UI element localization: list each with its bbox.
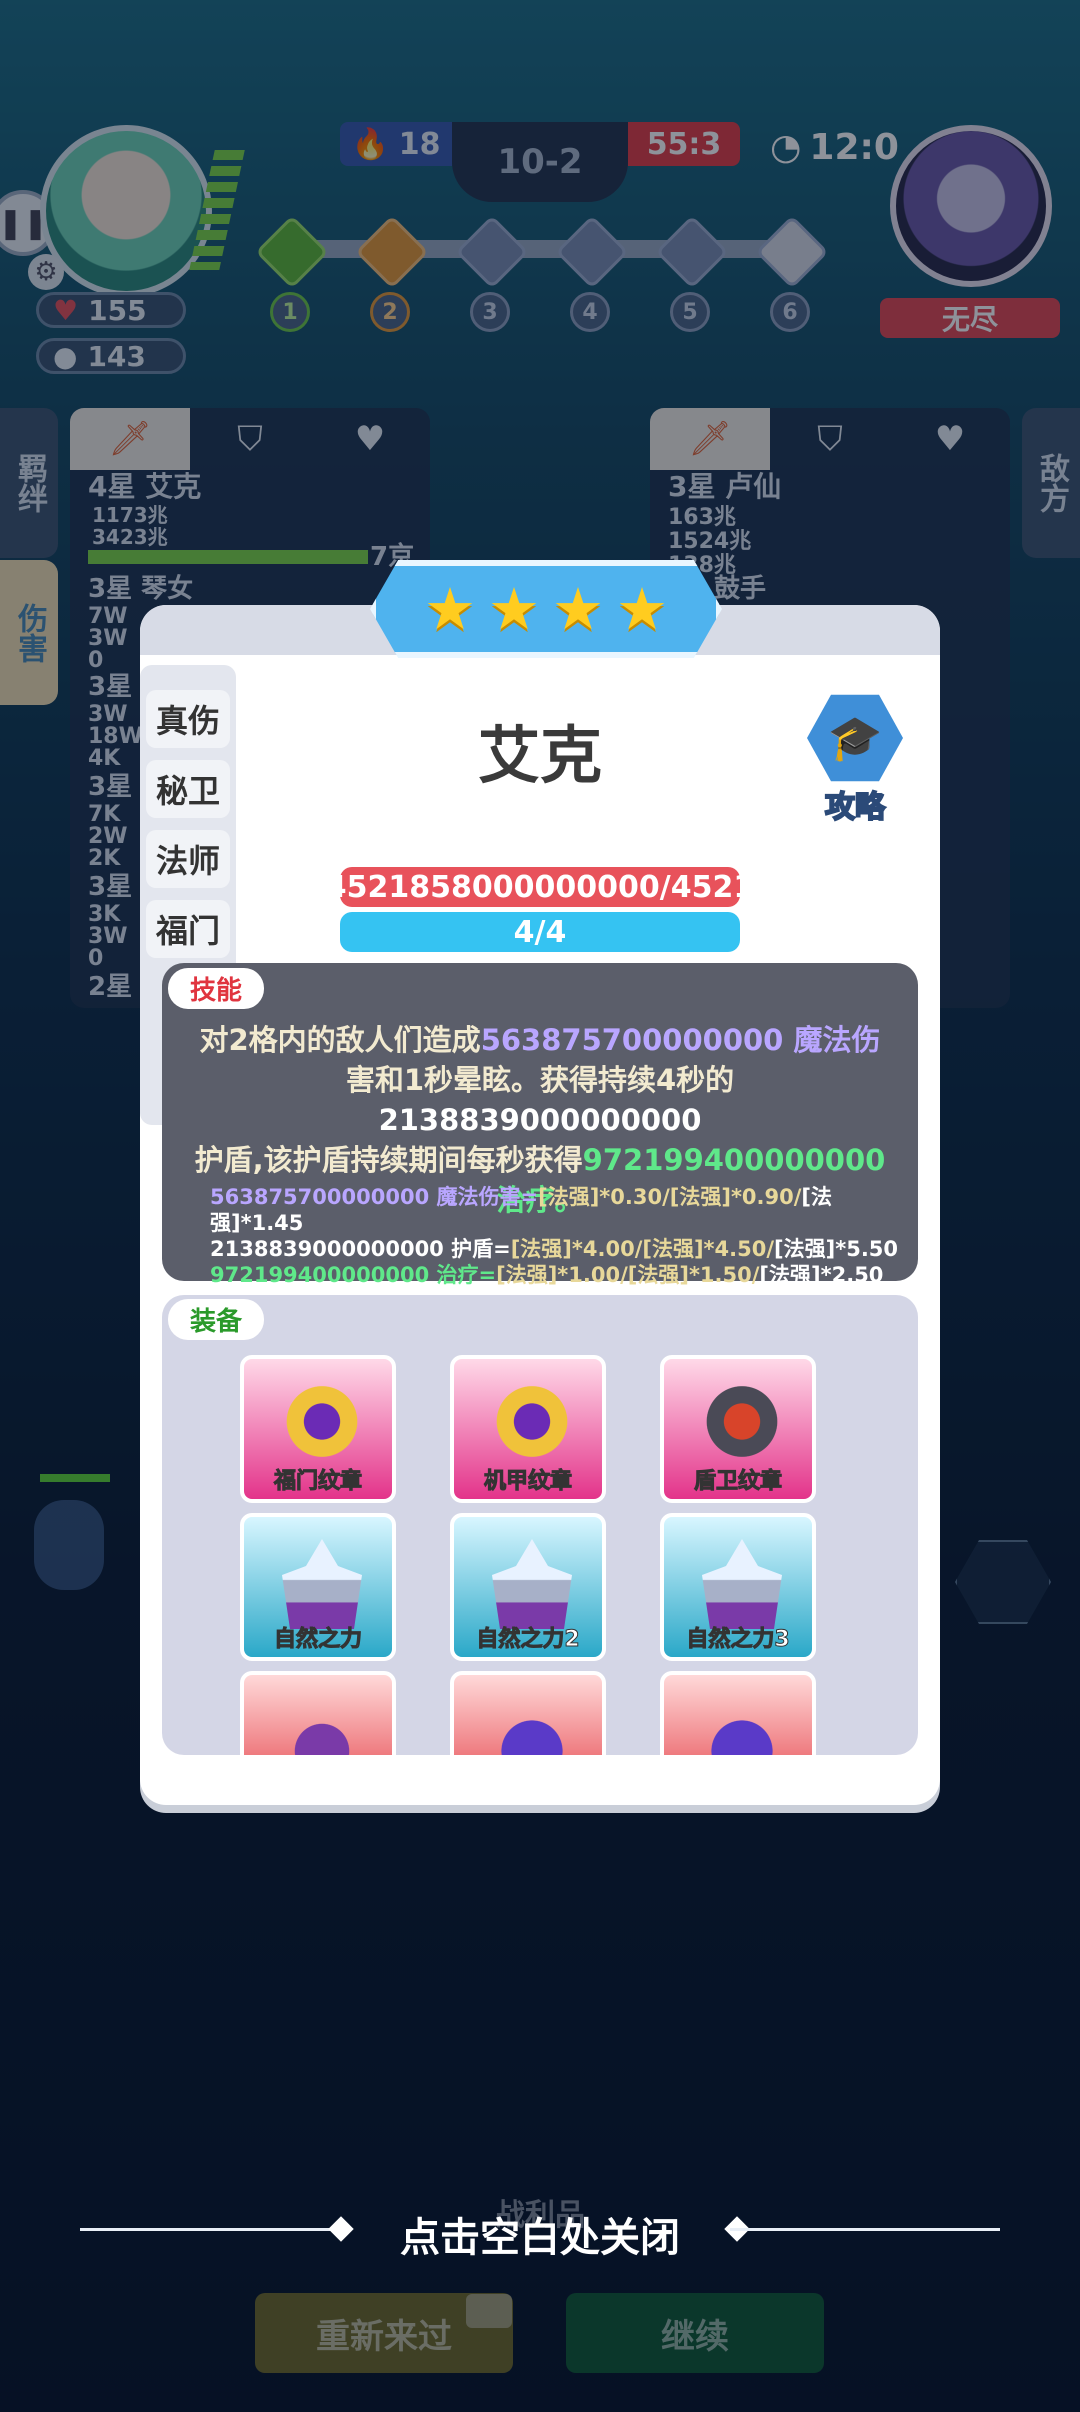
skill-line-3a: 护盾,该护盾持续期间每秒获得 bbox=[194, 1143, 583, 1177]
equip-item-nature-force-2[interactable]: 自然之力2 bbox=[450, 1513, 606, 1661]
equip-item-label: 自然之力 bbox=[273, 1627, 362, 1653]
trait-tab-true-damage[interactable]: 真伤 bbox=[146, 690, 230, 748]
shadow-orb-icon bbox=[702, 1697, 782, 1755]
crown-crystal-icon bbox=[282, 1539, 362, 1629]
emblem-icon bbox=[702, 1381, 782, 1471]
guide-label: 攻略 bbox=[824, 789, 886, 826]
emblem-icon bbox=[492, 1381, 572, 1471]
equip-tag: 装备 bbox=[168, 1299, 265, 1340]
equip-item-label: 自然之力2 bbox=[476, 1627, 580, 1653]
star-icon: ★ bbox=[552, 575, 604, 643]
skill-heal-amount: 972199400000000 bbox=[582, 1143, 886, 1177]
skill-shield-amount: 2138839000000000 bbox=[378, 1103, 702, 1137]
equip-item-nature-force-3[interactable]: 自然之力3 bbox=[660, 1513, 816, 1661]
equip-item-guard-emblem[interactable]: 盾卫纹章 bbox=[660, 1355, 816, 1503]
skill-tag: 技能 bbox=[168, 968, 265, 1009]
formula-heal: 972199400000000 治疗=[法强]*1.00/[法强]*1.50/[… bbox=[210, 1263, 884, 1287]
equip-item-label: 机甲纹章 bbox=[483, 1469, 572, 1495]
shadow-orb-icon bbox=[492, 1697, 572, 1755]
skill-line-1b: 魔法伤 bbox=[783, 1023, 881, 1057]
star-icon: ★ bbox=[424, 575, 476, 643]
equipment-box: 装备 福门纹章 机甲纹章 盾卫纹章 自然之力 自然之力2 自然之力3 bbox=[162, 1295, 918, 1755]
graduation-cap-icon: 🎓 bbox=[807, 694, 903, 782]
equip-item-label: 盾卫纹章 bbox=[693, 1469, 782, 1495]
equip-item-label: 福门纹章 bbox=[273, 1469, 362, 1495]
equip-item-label: 自然之力3 bbox=[686, 1627, 790, 1653]
mana-bar: 4/4 bbox=[340, 912, 740, 952]
hp-bar: 4521858000000000/4521 bbox=[326, 867, 754, 907]
crown-crystal-icon bbox=[492, 1539, 572, 1629]
close-hint: 点击空白处关闭 bbox=[400, 2215, 680, 2261]
skill-line-1a: 对2格内的敌人们造成 bbox=[199, 1023, 481, 1057]
equip-item-fumen-emblem[interactable]: 福门纹章 bbox=[240, 1355, 396, 1503]
mana-text: 4/4 bbox=[513, 914, 567, 950]
star-banner: ★ ★ ★ ★ bbox=[370, 560, 722, 658]
skill-line-2: 害和1秒晕眩。获得持续4秒的 2138839000000000 bbox=[190, 1060, 890, 1140]
skill-magic-damage: 563875700000000 bbox=[480, 1023, 784, 1057]
equip-item-mecha-emblem[interactable]: 机甲纹章 bbox=[450, 1355, 606, 1503]
hero-name: 艾克 bbox=[477, 719, 602, 792]
claw-icon bbox=[282, 1697, 362, 1755]
equip-item-partial-3[interactable] bbox=[660, 1671, 816, 1755]
emblem-icon bbox=[282, 1381, 362, 1471]
equip-item-partial-1[interactable] bbox=[240, 1671, 396, 1755]
equip-item-nature-force-1[interactable]: 自然之力 bbox=[240, 1513, 396, 1661]
skill-line-2a: 害和1秒晕眩。获得持续4秒的 bbox=[345, 1063, 735, 1097]
star-icon: ★ bbox=[488, 575, 540, 643]
star-icon: ★ bbox=[616, 575, 668, 643]
skill-line-3: 护盾,该护盾持续期间每秒获得972199400000000 bbox=[190, 1140, 890, 1180]
trait-tab-mage[interactable]: 法师 bbox=[146, 830, 230, 888]
formula-magic: 563875700000000 魔法伤害=[法强]*0.30/[法强]*0.90… bbox=[210, 1185, 833, 1235]
trait-tab-fumen[interactable]: 福门 bbox=[146, 900, 230, 958]
skill-formulas: 563875700000000 魔法伤害=[法强]*0.30/[法强]*0.90… bbox=[210, 1184, 910, 1288]
hp-text: 4521858000000000/4521 bbox=[325, 869, 755, 905]
guide-button[interactable]: 🎓 攻略 bbox=[800, 690, 910, 826]
trait-tab-guard[interactable]: 秘卫 bbox=[146, 760, 230, 818]
equip-item-partial-2[interactable] bbox=[450, 1671, 606, 1755]
formula-shield: 2138839000000000 护盾=[法强]*4.00/[法强]*4.50/… bbox=[210, 1237, 899, 1261]
skill-line-1: 对2格内的敌人们造成563875700000000 魔法伤 bbox=[190, 1020, 890, 1060]
crown-crystal-icon bbox=[702, 1539, 782, 1629]
close-hint-line-right bbox=[730, 2228, 1000, 2231]
